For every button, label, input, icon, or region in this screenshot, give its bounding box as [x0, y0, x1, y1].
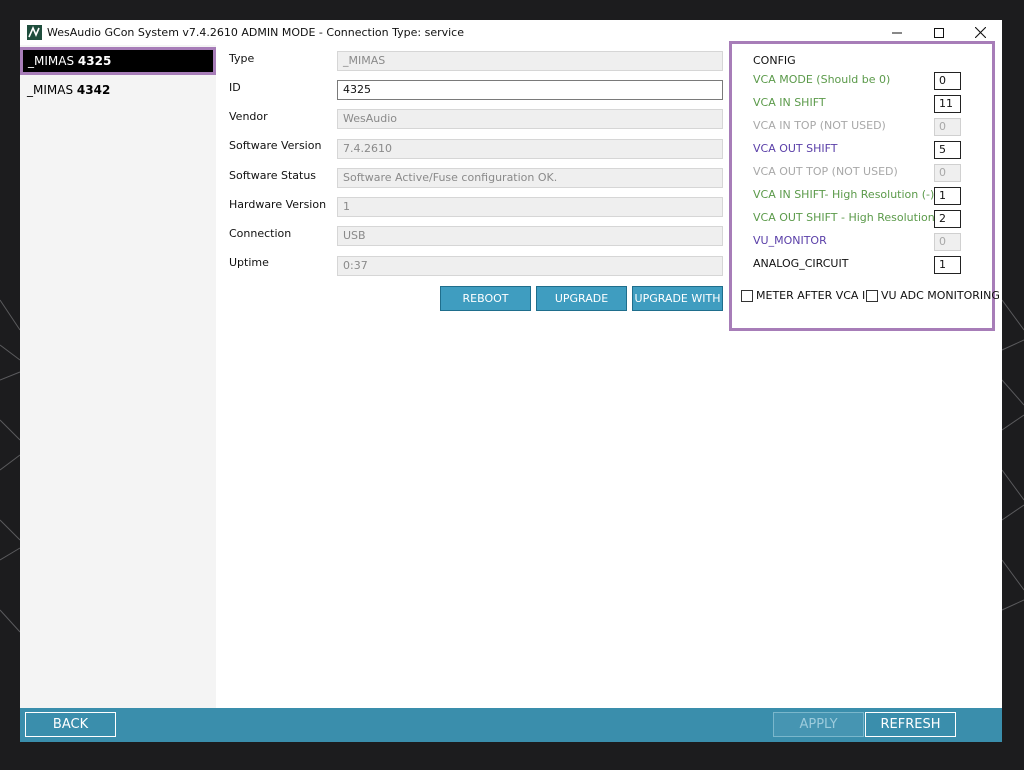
device-name: _MIMAS [28, 54, 78, 68]
vca-in-shift-label: VCA IN SHIFT [753, 96, 826, 109]
upgrade-button[interactable]: UPGRADE [536, 286, 627, 311]
analog-circuit-label: ANALOG_CIRCUIT [753, 257, 849, 270]
uptime-label: Uptime [229, 256, 269, 269]
software-version-field: 7.4.2610 [337, 139, 723, 159]
vu-monitor-input: 0 [934, 233, 961, 251]
vca-in-shift-hires-input[interactable]: 1 [934, 187, 961, 205]
checkbox-box[interactable] [741, 289, 753, 302]
vca-in-shift-hires-label: VCA IN SHIFT- High Resolution (-) [753, 188, 935, 201]
id-label: ID [229, 81, 241, 94]
checkbox-box[interactable] [866, 289, 878, 302]
connection-label: Connection [229, 227, 292, 240]
type-field: _MIMAS [337, 51, 723, 71]
analog-circuit-input[interactable]: 1 [934, 256, 961, 274]
software-status-field: Software Active/Fuse configuration OK. [337, 168, 723, 188]
checkbox-label: METER AFTER VCA IN [756, 289, 874, 302]
back-button[interactable]: BACK [25, 712, 116, 737]
software-status-label: Software Status [229, 169, 317, 182]
id-input[interactable]: 4325 [337, 80, 723, 100]
config-panel: CONFIG VCA MODE (Should be 0) 0 VCA IN S… [729, 41, 1000, 331]
vca-in-top-label: VCA IN TOP (NOT USED) [753, 119, 886, 132]
hardware-version-field: 1 [337, 197, 723, 217]
close-icon [974, 27, 986, 38]
connection-field: USB [337, 226, 723, 246]
vca-in-top-input: 0 [934, 118, 961, 136]
vca-out-shift-input[interactable]: 5 [934, 141, 961, 159]
vu-adc-monitoring-checkbox[interactable]: VU ADC MONITORING [866, 289, 1000, 302]
device-item[interactable]: _MIMAS 4325 [20, 47, 216, 75]
device-list: _MIMAS 4325 _MIMAS 4342 [20, 45, 216, 708]
vendor-label: Vendor [229, 110, 268, 123]
vca-out-shift-label: VCA OUT SHIFT [753, 142, 838, 155]
uptime-field: 0:37 [337, 256, 723, 276]
vca-out-shift-hires-input[interactable]: 2 [934, 210, 961, 228]
device-item[interactable]: _MIMAS 4342 [20, 76, 216, 104]
vca-mode-input[interactable]: 0 [934, 72, 961, 90]
vu-monitor-label: VU_MONITOR [753, 234, 827, 247]
apply-button: APPLY [773, 712, 864, 737]
vca-out-top-input: 0 [934, 164, 961, 182]
software-version-label: Software Version [229, 139, 322, 152]
vca-out-shift-hires-label: VCA OUT SHIFT - High Resolution (-) [753, 211, 951, 224]
hardware-version-label: Hardware Version [229, 198, 327, 211]
meter-after-vca-in-checkbox[interactable]: METER AFTER VCA IN [741, 289, 873, 302]
device-id: 4342 [76, 83, 111, 97]
refresh-button[interactable]: REFRESH [865, 712, 956, 737]
app-window: WesAudio GCon System v7.4.2610 ADMIN MOD… [20, 20, 1002, 742]
vendor-field: WesAudio [337, 109, 723, 129]
device-name: _MIMAS [27, 83, 77, 97]
vca-in-shift-input[interactable]: 11 [934, 95, 961, 113]
bottom-bar: BACK APPLY REFRESH [20, 708, 1002, 742]
vca-mode-label: VCA MODE (Should be 0) [753, 73, 891, 86]
upgrade-with-button[interactable]: UPGRADE WITH [632, 286, 723, 311]
reboot-button[interactable]: REBOOT [440, 286, 531, 311]
config-title: CONFIG [753, 54, 796, 67]
minimize-icon [892, 32, 902, 33]
maximize-icon [934, 27, 944, 38]
window-title: WesAudio GCon System v7.4.2610 ADMIN MOD… [47, 26, 464, 39]
vca-out-top-label: VCA OUT TOP (NOT USED) [753, 165, 898, 178]
type-label: Type [229, 52, 255, 65]
device-id: 4325 [77, 54, 112, 68]
checkbox-label: VU ADC MONITORING [881, 289, 1000, 302]
wesaudio-logo-icon [27, 25, 42, 40]
